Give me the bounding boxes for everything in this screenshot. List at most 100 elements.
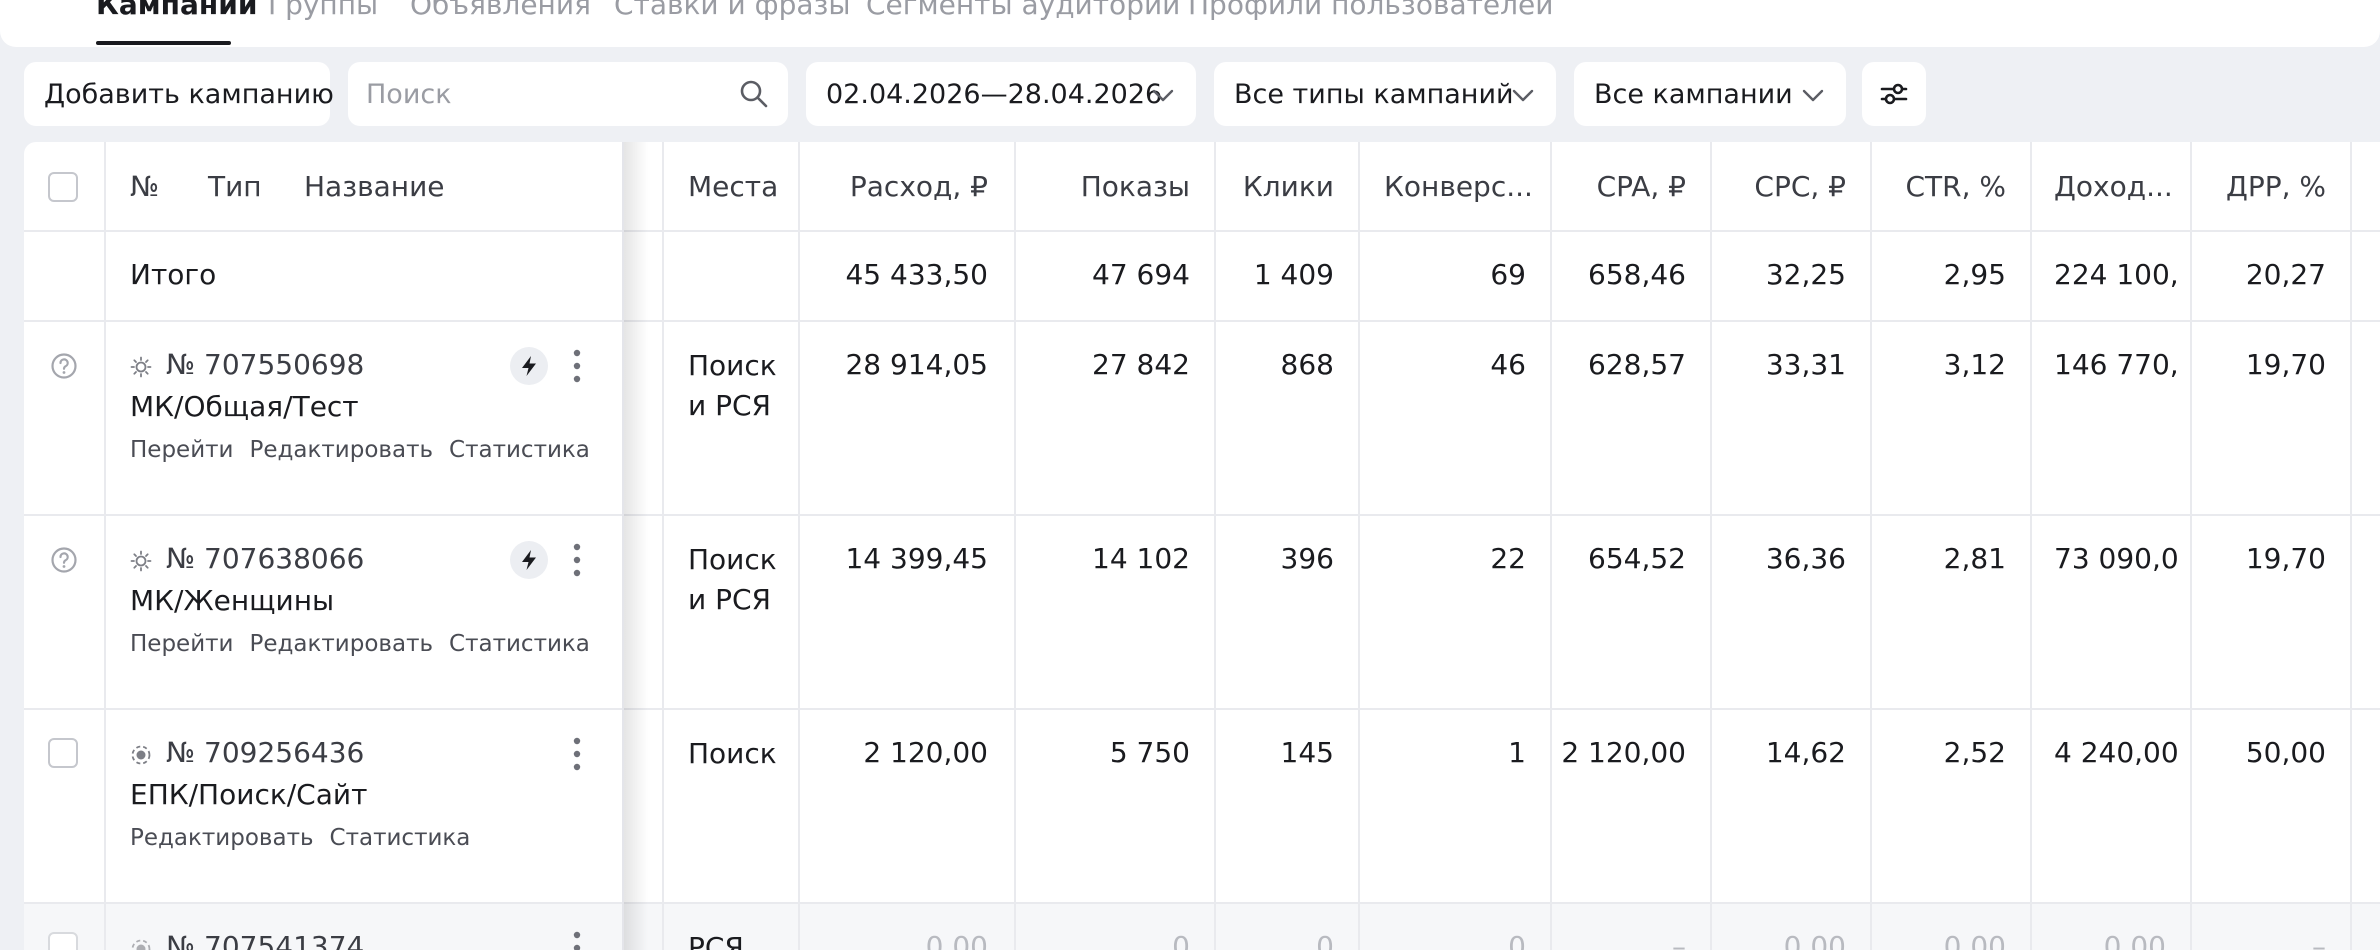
campaigns-filter-select[interactable]: Все кампании <box>1574 62 1846 126</box>
row-ctr: 2,81 <box>1943 542 2006 575</box>
divider <box>2030 142 2032 950</box>
row-spend: 14 399,45 <box>845 542 988 575</box>
row-cpc: 33,31 <box>1765 348 1846 381</box>
header-spend[interactable]: Расход, ₽ <box>798 170 988 203</box>
row-cpa: 2 120,00 <box>1561 736 1686 769</box>
statistics-link[interactable]: Статистика <box>330 825 471 851</box>
row-spend: 0,00 <box>925 930 988 950</box>
campaign-number: № 709256436 <box>166 736 365 769</box>
header-drr[interactable]: ДРР, % <box>2190 170 2326 203</box>
campaign-name[interactable]: МК/Женщины <box>130 584 334 617</box>
header-conversions[interactable]: Конверс... <box>1384 170 1533 203</box>
date-range-select[interactable]: 02.04.2026—28.04.2026 <box>806 62 1196 126</box>
campaign-number: № 707638066 <box>166 542 365 575</box>
campaign-actions: Редактировать Статистика <box>130 825 470 851</box>
chevron-down-icon <box>1152 89 1174 102</box>
help-icon[interactable] <box>50 352 78 380</box>
more-icon[interactable] <box>570 541 584 579</box>
go-link[interactable]: Перейти <box>130 631 234 657</box>
select-all-checkbox[interactable] <box>48 172 78 202</box>
campaign-name[interactable]: ЕПК/Поиск/Сайт <box>130 778 367 811</box>
places-line: Поиск <box>688 349 777 382</box>
row-drr: 19,70 <box>2245 542 2326 575</box>
edit-link[interactable]: Редактировать <box>250 631 434 657</box>
divider <box>24 230 2380 232</box>
lightning-icon <box>522 550 536 570</box>
autotargeting-button[interactable] <box>510 541 548 579</box>
row-cpa: 654,52 <box>1588 542 1686 575</box>
more-icon[interactable] <box>570 929 584 950</box>
row-impressions: 27 842 <box>1092 348 1190 381</box>
tab-audience-segments[interactable]: Сегменты аудитории <box>866 0 1180 21</box>
search-icon[interactable] <box>738 78 770 110</box>
campaign-types-select[interactable]: Все типы кампаний <box>1214 62 1556 126</box>
row-checkbox[interactable] <box>48 932 78 950</box>
header-cpc[interactable]: CPC, ₽ <box>1710 170 1846 203</box>
places-line: РСЯ <box>688 931 744 950</box>
autotargeting-button[interactable] <box>510 347 548 385</box>
divider <box>24 320 2380 322</box>
header-name[interactable]: Название <box>304 170 445 203</box>
statistics-link[interactable]: Статистика <box>449 437 590 463</box>
places-line: и РСЯ <box>688 583 771 616</box>
row-spend: 28 914,05 <box>845 348 988 381</box>
header-ctr[interactable]: CTR, % <box>1870 170 2006 203</box>
filter-settings-icon <box>1880 83 1908 105</box>
row-checkbox[interactable] <box>48 738 78 768</box>
total-impressions: 47 694 <box>1092 258 1190 291</box>
row-conversions: 0 <box>1508 930 1526 950</box>
row-impressions: 0 <box>1172 930 1190 950</box>
row-ctr: 3,12 <box>1943 348 2006 381</box>
go-link[interactable]: Перейти <box>130 437 234 463</box>
tabs-bar: Кампании Группы Объявления Ставки и фраз… <box>0 0 2380 47</box>
campaigns-filter-value: Все кампании <box>1594 78 1793 110</box>
edit-link[interactable]: Редактировать <box>130 825 314 851</box>
row-cpc: 0,00 <box>1783 930 1846 950</box>
tab-ads[interactable]: Объявления <box>410 0 591 21</box>
add-campaign-button[interactable]: Добавить кампанию <box>24 62 334 126</box>
header-cpa[interactable]: CPA, ₽ <box>1550 170 1686 203</box>
row-revenue: 0,00 <box>2103 930 2166 950</box>
header-impressions[interactable]: Показы <box>1014 170 1190 203</box>
places-line: Поиск <box>688 737 777 770</box>
row-cpc: 36,36 <box>1765 542 1846 575</box>
tab-groups[interactable]: Группы <box>268 0 378 21</box>
more-icon[interactable] <box>570 347 584 385</box>
lightning-icon <box>522 356 536 376</box>
edit-link[interactable]: Редактировать <box>250 437 434 463</box>
campaign-status-icon <box>130 550 152 572</box>
divider <box>24 514 2380 516</box>
header-places[interactable]: Места <box>688 170 778 203</box>
tab-bids-phrases[interactable]: Ставки и фразы <box>614 0 851 21</box>
places-line: Поиск <box>688 543 777 576</box>
header-number[interactable]: № <box>130 170 159 203</box>
row-impressions: 14 102 <box>1092 542 1190 575</box>
search-input[interactable]: Поиск <box>348 62 788 126</box>
chevron-down-icon <box>1802 89 1824 102</box>
divider <box>2350 142 2352 950</box>
total-label: Итого <box>130 258 217 291</box>
date-range-value: 02.04.2026—28.04.2026 <box>826 78 1163 110</box>
more-icon[interactable] <box>570 735 584 773</box>
row-conversions: 46 <box>1490 348 1526 381</box>
row-clicks: 396 <box>1280 542 1334 575</box>
filter-settings-button[interactable] <box>1862 62 1926 126</box>
total-spend: 45 433,50 <box>845 258 988 291</box>
campaign-places: Поиск и РСЯ <box>688 346 777 426</box>
statistics-link[interactable]: Статистика <box>449 631 590 657</box>
row-cpa: – <box>1672 930 1686 950</box>
header-type[interactable]: Тип <box>208 170 262 203</box>
help-icon[interactable] <box>50 546 78 574</box>
campaign-places: Поиск и РСЯ <box>688 540 777 620</box>
table-row-dimmed-bg <box>24 904 2380 950</box>
row-clicks: 145 <box>1280 736 1334 769</box>
add-campaign-label: Добавить кампанию <box>44 78 334 110</box>
header-revenue[interactable]: Доход... <box>2054 170 2173 203</box>
total-drr: 20,27 <box>2245 258 2326 291</box>
campaign-name[interactable]: МК/Общая/Тест <box>130 390 359 423</box>
tab-user-profiles[interactable]: Профили пользователей <box>1188 0 1553 21</box>
header-clicks[interactable]: Клики <box>1214 170 1334 203</box>
row-ctr: 0,00 <box>1943 930 2006 950</box>
campaign-status-icon <box>131 939 151 950</box>
tab-campaigns[interactable]: Кампании <box>96 0 258 21</box>
